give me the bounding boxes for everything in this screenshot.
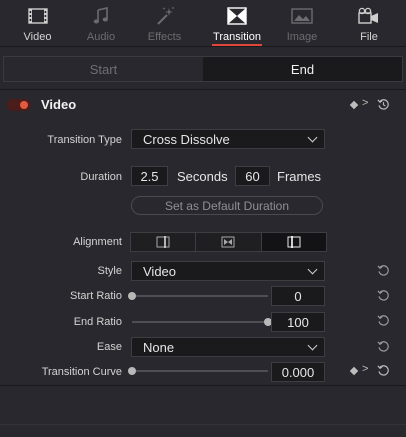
style-value: Video (143, 263, 177, 279)
keyframe-diamond-icon[interactable] (349, 366, 359, 376)
magic-wand-icon (155, 4, 175, 28)
tab-transition-label: Transition (213, 31, 261, 43)
duration-seconds-field[interactable]: 2.5 (131, 166, 168, 186)
style-dropdown[interactable]: Video (131, 261, 325, 281)
panel-bottom-divider (0, 424, 406, 425)
style-label: Style (97, 265, 122, 277)
alignment-selector (130, 232, 327, 252)
start-button[interactable]: Start (4, 57, 203, 81)
chevron-down-icon (307, 132, 318, 143)
transition-type-value: Cross Dissolve (143, 131, 230, 147)
alignment-label: Alignment (73, 236, 122, 248)
tab-audio-label: Audio (86, 31, 116, 43)
tab-image[interactable]: Image (272, 0, 332, 46)
reset-icon[interactable] (377, 264, 390, 277)
start-ratio-field[interactable]: 0 (271, 286, 325, 306)
section-title: Video (41, 97, 77, 112)
transition-curve-slider-track[interactable] (132, 370, 268, 372)
tab-file[interactable]: File (332, 0, 406, 46)
ease-dropdown[interactable]: None (131, 337, 325, 357)
tab-video-label: Video (23, 31, 52, 43)
reset-icon[interactable] (377, 289, 390, 302)
start-ratio-label: Start Ratio (70, 290, 122, 302)
duration-frames-field[interactable]: 60 (235, 166, 270, 186)
chevron-right-icon[interactable]: > (362, 97, 368, 109)
transition-type-dropdown[interactable]: Cross Dissolve (131, 129, 325, 149)
inspector-tab-bar: Video Audio Effects Transition Image Fil… (0, 0, 406, 46)
keyframe-diamond-icon[interactable] (349, 100, 359, 110)
reset-icon[interactable] (377, 314, 390, 327)
align-center-icon (221, 236, 235, 248)
transition-curve-label: Transition Curve (41, 366, 122, 378)
reset-icon[interactable] (377, 364, 390, 377)
video-enable-toggle[interactable] (7, 99, 31, 111)
align-start-icon (287, 236, 301, 248)
tab-video[interactable]: Video (0, 0, 75, 46)
seconds-unit: Seconds (177, 169, 228, 184)
music-note-icon (93, 4, 109, 28)
transition-icon (227, 4, 247, 28)
ease-value: None (143, 339, 175, 355)
chevron-right-icon[interactable]: > (362, 363, 368, 375)
reset-icon[interactable] (377, 340, 390, 353)
align-center-on-edit-button[interactable] (196, 233, 262, 251)
start-ratio-slider-track[interactable] (132, 295, 268, 297)
chevron-down-icon (307, 340, 318, 351)
section-bottom-divider (0, 385, 406, 386)
end-ratio-slider-track[interactable] (132, 321, 268, 323)
end-ratio-field[interactable]: 100 (271, 312, 325, 332)
reset-icon[interactable] (377, 98, 390, 111)
image-icon (291, 4, 313, 28)
align-end-icon (156, 236, 170, 248)
transition-curve-slider-handle[interactable] (128, 367, 136, 375)
transition-type-label: Transition Type (47, 134, 122, 146)
chevron-down-icon (307, 264, 318, 275)
film-strip-icon (27, 4, 48, 28)
tab-divider (0, 46, 406, 47)
duration-label: Duration (80, 171, 122, 183)
start-ratio-slider-handle[interactable] (128, 292, 136, 300)
set-default-duration-button[interactable]: Set as Default Duration (131, 196, 323, 215)
end-ratio-label: End Ratio (73, 316, 122, 328)
tab-effects[interactable]: Effects (127, 0, 202, 46)
section-divider (0, 89, 406, 90)
align-start-on-edit-button[interactable] (131, 233, 197, 251)
frames-unit: Frames (277, 169, 322, 184)
end-button[interactable]: End (203, 57, 402, 81)
tab-file-label: File (360, 31, 378, 43)
file-icon (357, 4, 381, 28)
tab-audio[interactable]: Audio (75, 0, 127, 46)
ease-label: Ease (96, 341, 122, 353)
tab-image-label: Image (286, 31, 318, 43)
transition-curve-field[interactable]: 0.000 (271, 362, 325, 382)
align-end-on-edit-button[interactable] (261, 233, 326, 251)
tab-effects-label: Effects (147, 31, 182, 43)
start-end-toggle: Start End (3, 56, 403, 82)
tab-transition[interactable]: Transition (202, 0, 272, 46)
